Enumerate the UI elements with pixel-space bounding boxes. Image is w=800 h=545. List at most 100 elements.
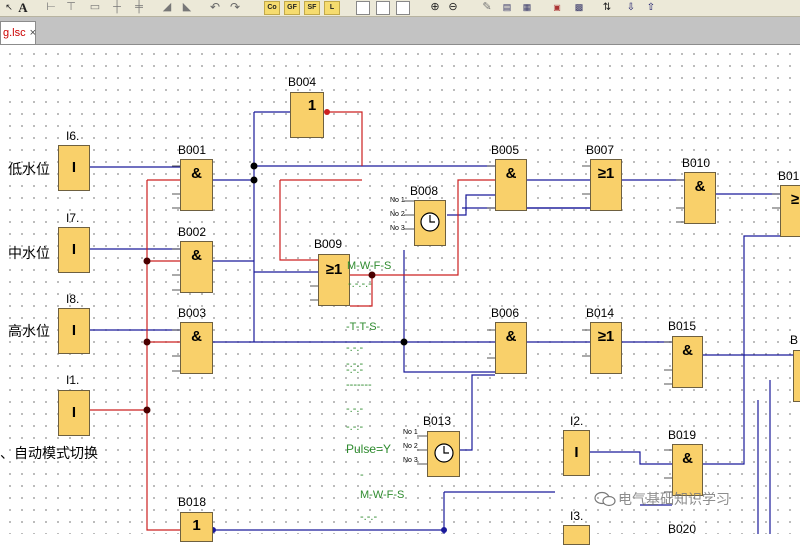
input-i8-label: 高水位 (8, 324, 50, 340)
b001-label: B001 (178, 143, 207, 157)
edit-pencil-icon[interactable]: ✎ (480, 0, 494, 15)
clock-icon (434, 443, 454, 463)
b006-label: B006 (491, 306, 520, 320)
tab-title: g.lsc (3, 27, 26, 39)
tab-file[interactable]: g.lsc × (0, 21, 36, 44)
zoom-out-icon[interactable]: ⊖ (446, 0, 460, 15)
b007-block[interactable]: ≥1 (590, 159, 622, 211)
input-i6-id: I6. (66, 129, 80, 143)
select-arrow-icon[interactable]: ↖ (2, 0, 16, 15)
special-functions-button[interactable]: SF (304, 1, 320, 15)
b005-label: B005 (491, 143, 520, 157)
input-i2-id: I2. (570, 414, 584, 428)
b013-label: B013 (423, 414, 452, 428)
b019-label: B019 (668, 428, 697, 442)
input-i1-label: 、自动模式切换 (0, 446, 98, 462)
b015-block[interactable]: & (672, 336, 703, 388)
annot-mwfs-2: M-W-F-S (360, 489, 405, 501)
b013-pin2-label: No 2 (403, 443, 418, 450)
b015-label: B015 (668, 319, 697, 333)
io-list-icon[interactable]: ▦ (520, 0, 534, 15)
b005-block[interactable]: & (495, 159, 527, 211)
b01x-label: B01 (778, 169, 800, 183)
view-single-icon[interactable] (356, 1, 370, 15)
annot-dash-9: -.-.- (360, 511, 378, 523)
bright-block[interactable] (793, 350, 800, 402)
b008-label: B008 (410, 184, 439, 198)
wechat-logo-icon (594, 491, 616, 507)
view-triple-icon[interactable] (396, 1, 410, 15)
toolbar: ↖ A ⊢ ⊤ ▭ ┼ ╪ ◢ ◣ ↶ ↷ Co GF SF L ⊕ ⊖ ✎ ▤… (0, 0, 800, 17)
clock-icon (420, 212, 440, 232)
download-icon[interactable]: ⇩ (624, 0, 638, 15)
b009-block[interactable]: ≥1 (318, 254, 350, 306)
input-i7-label: 中水位 (8, 246, 50, 262)
b003-label: B003 (178, 306, 207, 320)
annot-tts: -T-T-S- (346, 321, 381, 333)
route2-icon[interactable]: ╪ (132, 0, 146, 15)
b014-label: B014 (586, 306, 615, 320)
b008-pin3-label: No 3 (390, 225, 405, 232)
b009-label: B009 (314, 237, 343, 251)
annot-dash-2: -.-.- (346, 342, 364, 354)
cut-connection-icon[interactable]: ◢ (160, 0, 174, 15)
transfer-icon[interactable]: ⇅ (600, 0, 614, 15)
input-i7-block[interactable]: I (58, 227, 90, 273)
upload-icon[interactable]: ⇧ (644, 0, 658, 15)
io-names-icon[interactable]: ▤ (500, 0, 514, 15)
input-i6-label: 低水位 (8, 162, 50, 178)
input-i1-id: I1. (66, 373, 80, 387)
watermark-text: 电气基础知识学习 (618, 492, 730, 508)
b004-block[interactable]: 1 (290, 92, 324, 138)
b010-label: B010 (682, 156, 711, 170)
annot-dash-8: - (360, 469, 364, 481)
annot-dash-7: -.-.- (346, 421, 364, 433)
b01x-block[interactable]: ≥ (780, 185, 800, 237)
b008-block[interactable] (414, 200, 446, 246)
b004-label: B004 (288, 75, 317, 89)
annot-mwfs-1: M-W-F-S (347, 260, 392, 272)
annot-dash-4: -.-.- (346, 364, 364, 376)
annot-dash-6: -.-.- (346, 403, 364, 415)
basic-functions-button[interactable]: GF (284, 1, 300, 15)
zoom-in-icon[interactable]: ⊕ (428, 0, 442, 15)
input-i3-block[interactable] (563, 525, 590, 545)
text-tool-button[interactable]: A (17, 0, 29, 15)
annot-dash-5: ------- (346, 379, 372, 391)
undo-icon[interactable]: ↶ (208, 0, 222, 15)
b003-block[interactable]: & (180, 322, 213, 374)
view-split-icon[interactable] (376, 1, 390, 15)
input-i1-block[interactable]: I (58, 390, 90, 436)
route-icon[interactable]: ┼ (110, 0, 124, 15)
b014-block[interactable]: ≥1 (590, 322, 622, 374)
b006-block[interactable]: & (495, 322, 527, 374)
bright-label: B (790, 333, 799, 347)
input-i2-block[interactable]: I (563, 430, 590, 476)
annot-dash-1: -.-.-.- (348, 278, 372, 290)
online-test-icon[interactable]: ▩ (572, 0, 586, 15)
redo-icon[interactable]: ↷ (228, 0, 242, 15)
connect-tool-icon[interactable]: ⊢ (44, 0, 58, 15)
tab-strip: g.lsc × (0, 17, 800, 45)
b001-block[interactable]: & (180, 159, 213, 211)
annot-pulse: Pulse=Y (346, 442, 392, 456)
align-icon[interactable]: ▭ (88, 0, 102, 15)
diagram-canvas[interactable]: I6. I 低水位 I7. I 中水位 I8. I 高水位 I1. I 、自动模… (0, 45, 800, 545)
b013-block[interactable] (427, 431, 460, 477)
b018-block[interactable]: 1 (180, 512, 213, 542)
b002-block[interactable]: & (180, 241, 213, 293)
input-i6-block[interactable]: I (58, 145, 90, 191)
simulation-icon[interactable]: ▣ (548, 0, 566, 15)
b008-pin2-label: No 2 (390, 211, 405, 218)
close-tab-icon[interactable]: × (30, 27, 36, 39)
b013-pin3-label: No 3 (403, 457, 418, 464)
b007-label: B007 (586, 143, 615, 157)
input-i7-id: I7. (66, 211, 80, 225)
join-connection-icon[interactable]: ◣ (180, 0, 194, 15)
split-connector-icon[interactable]: ⊤ (64, 0, 78, 15)
b010-block[interactable]: & (684, 172, 716, 224)
constants-button[interactable]: Co (264, 1, 280, 15)
l-button[interactable]: L (324, 1, 340, 15)
input-i8-block[interactable]: I (58, 308, 90, 354)
b002-label: B002 (178, 225, 207, 239)
